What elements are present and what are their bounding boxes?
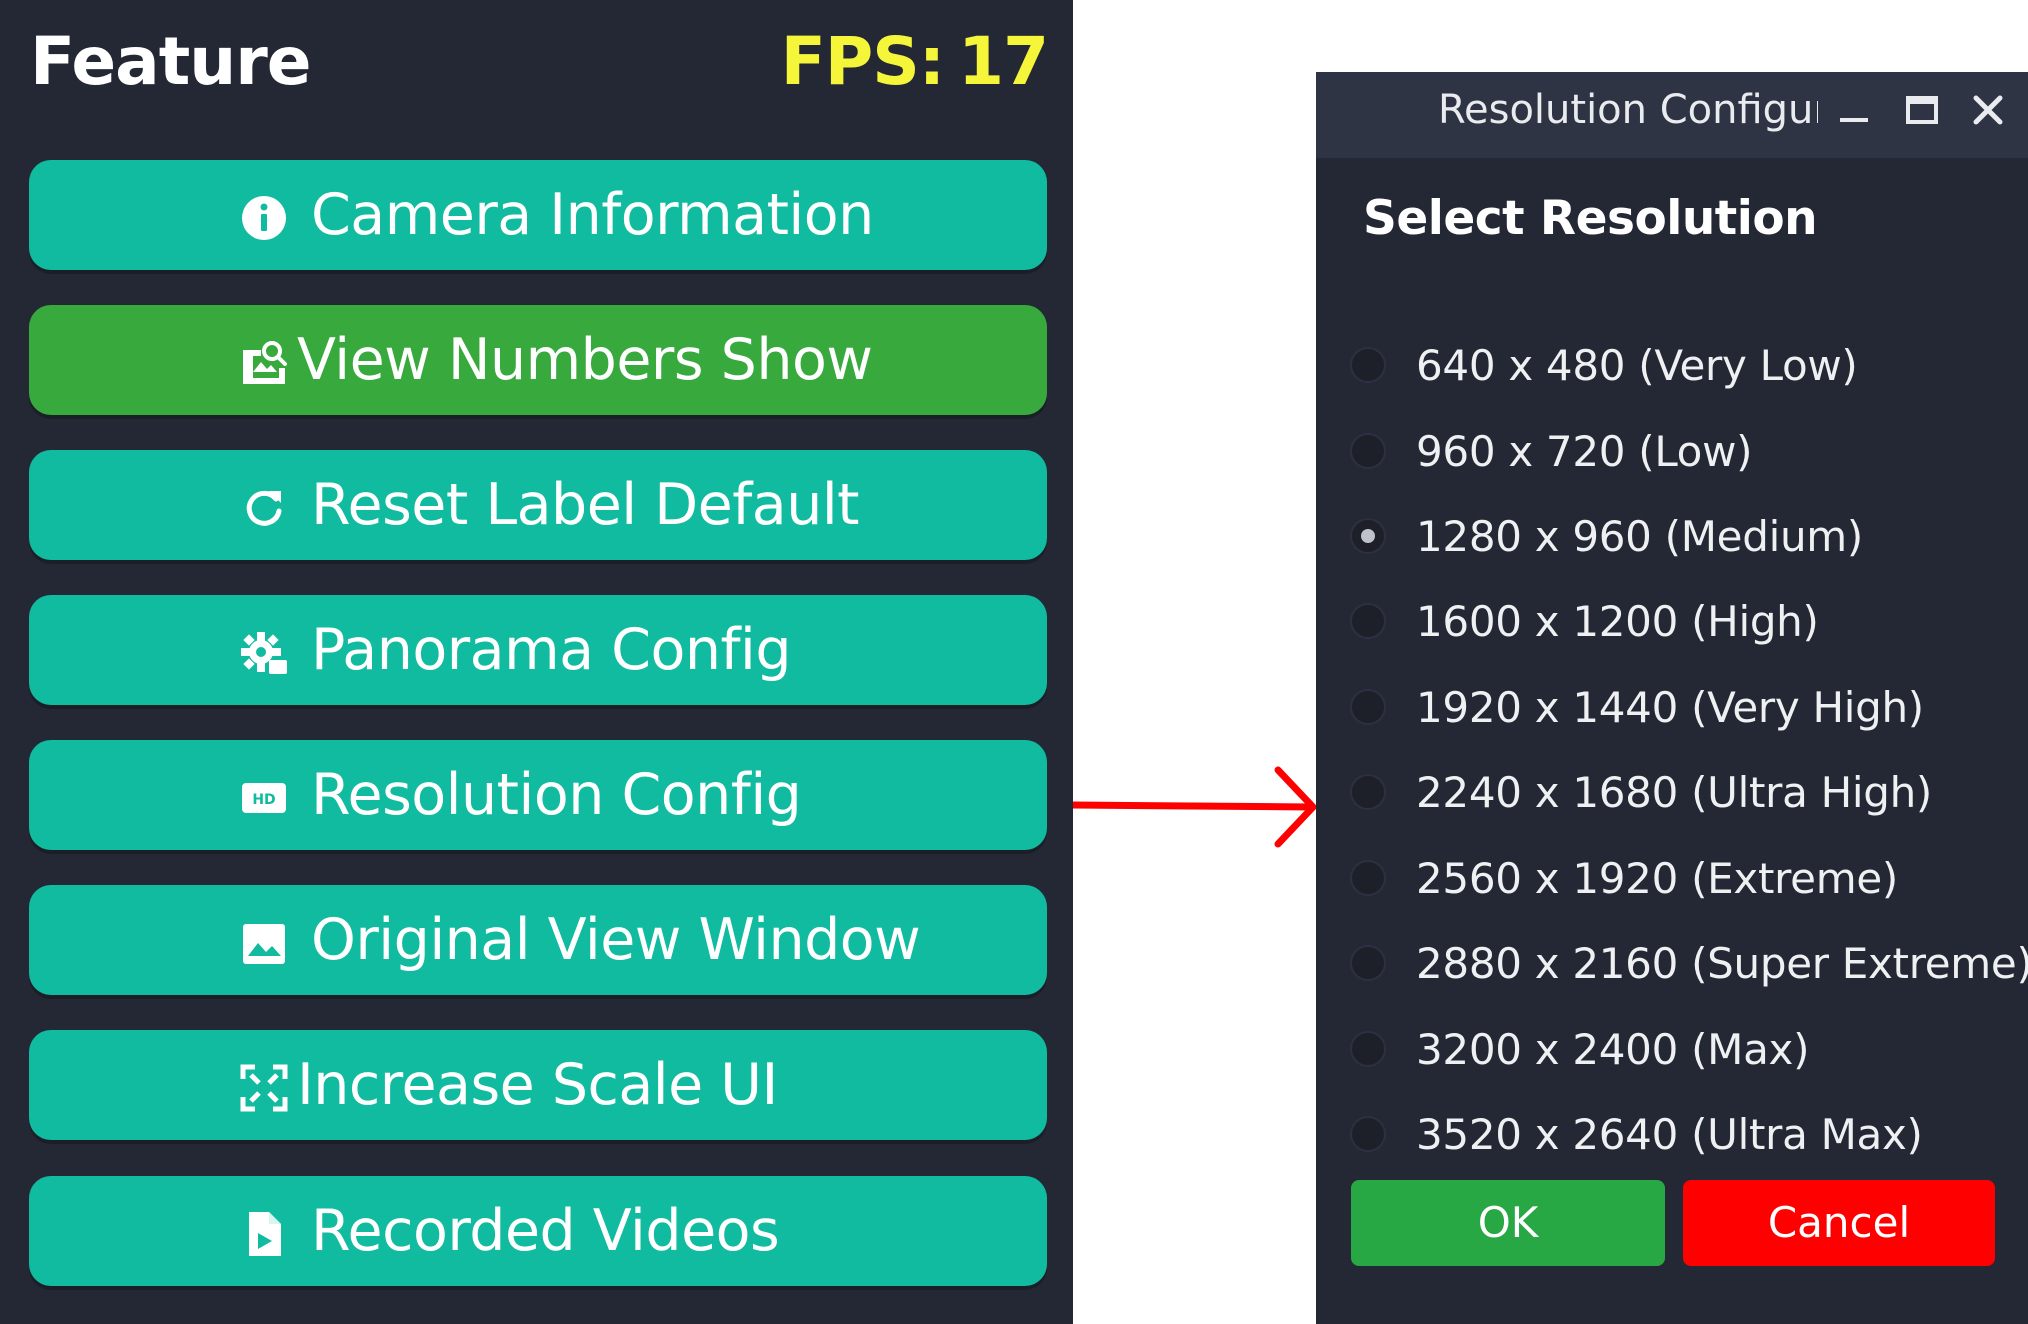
radio-button[interactable] [1350,689,1386,725]
resolution-option-label: 960 x 720 (Low) [1416,426,1753,476]
resolution-dialog: Resolution Configuration Select Resoluti… [1316,72,2028,1324]
select-resolution-heading: Select Resolution [1363,191,1818,246]
reset-label-default-button[interactable]: Reset Label Default [29,450,1047,560]
radio-button[interactable] [1350,1116,1386,1152]
maximize-icon[interactable] [1898,86,1946,134]
original-view-window-label: Original View Window [311,907,921,973]
recorded-videos-label: Recorded Videos [311,1198,780,1264]
resolution-option[interactable]: 640 x 480 (Very Low) [1346,330,2026,400]
increase-scale-ui-label: Increase Scale UI [297,1052,778,1118]
radio-button[interactable] [1350,347,1386,383]
resolution-option[interactable]: 960 x 720 (Low) [1346,416,2026,486]
resolution-option-label: 1920 x 1440 (Very High) [1416,682,1924,732]
resolution-option[interactable]: 3520 x 2640 (Ultra Max) [1346,1099,2026,1169]
resolution-option-label: 2240 x 1680 (Ultra High) [1416,767,1933,817]
gear-icon [239,628,289,678]
radio-button[interactable] [1350,603,1386,639]
resolution-option-label: 2560 x 1920 (Extreme) [1416,853,1898,903]
dialog-title: Resolution Configuration [1438,87,1818,133]
panel-title: Feature [30,23,312,100]
dialog-titlebar[interactable]: Resolution Configuration [1316,72,2028,158]
resolution-option[interactable]: 2560 x 1920 (Extreme) [1346,843,2026,913]
camera-information-label: Camera Information [311,182,874,248]
cancel-button[interactable]: Cancel [1683,1180,1995,1266]
red-arrow [1072,760,1318,860]
ok-button[interactable]: OK [1351,1180,1665,1266]
resolution-option[interactable]: 2880 x 2160 (Super Extreme) [1346,928,2028,998]
camera-information-button[interactable]: Camera Information [29,160,1047,270]
fps-counter: FPS: 17 [780,22,1049,102]
view-numbers-show-button[interactable]: View Numbers Show [29,305,1047,415]
resolution-option[interactable]: 3200 x 2400 (Max) [1346,1014,2026,1084]
video-file-icon [239,1209,289,1259]
panorama-config-button[interactable]: Panorama Config [29,595,1047,705]
resolution-option-label: 1280 x 960 (Medium) [1416,511,1863,561]
feature-panel: Feature FPS: 17 Camera Information View N… [0,0,1073,1324]
minimize-icon[interactable] [1830,86,1878,134]
radio-button[interactable] [1350,945,1386,981]
resolution-option-label: 3520 x 2640 (Ultra Max) [1416,1109,1923,1159]
resolution-option[interactable]: 2240 x 1680 (Ultra High) [1346,757,2026,827]
refresh-icon [239,483,289,533]
fps-value: 17 [958,23,1049,100]
resolution-option[interactable]: 1600 x 1200 (High) [1346,586,2026,656]
hd-icon: HD [239,773,289,823]
radio-button[interactable] [1350,860,1386,896]
radio-button[interactable] [1350,433,1386,469]
recorded-videos-button[interactable]: Recorded Videos [29,1176,1047,1286]
resolution-option-label: 3200 x 2400 (Max) [1416,1024,1810,1074]
resolution-option-label: 1600 x 1200 (High) [1416,596,1819,646]
radio-button[interactable] [1350,774,1386,810]
image-search-icon [239,338,289,388]
svg-text:HD: HD [252,792,275,808]
panorama-config-label: Panorama Config [311,617,792,683]
fps-label: FPS: [780,23,945,100]
resolution-option-label: 2880 x 2160 (Super Extreme) [1416,938,2028,988]
resolution-option[interactable]: 1280 x 960 (Medium) [1346,501,2026,571]
close-icon[interactable] [1964,86,2012,134]
resolution-config-label: Resolution Config [311,762,802,828]
view-numbers-show-label: View Numbers Show [297,327,873,393]
image-icon [239,918,289,968]
resolution-option[interactable]: 1920 x 1440 (Very High) [1346,672,2026,742]
expand-icon [239,1063,289,1113]
resolution-option-label: 640 x 480 (Very Low) [1416,340,1858,390]
info-icon [239,193,289,243]
increase-scale-ui-button[interactable]: Increase Scale UI [29,1030,1047,1140]
resolution-config-button[interactable]: HD Resolution Config [29,740,1047,850]
radio-button[interactable] [1350,518,1386,554]
original-view-window-button[interactable]: Original View Window [29,885,1047,995]
radio-button[interactable] [1350,1031,1386,1067]
reset-label-default-label: Reset Label Default [311,472,860,538]
